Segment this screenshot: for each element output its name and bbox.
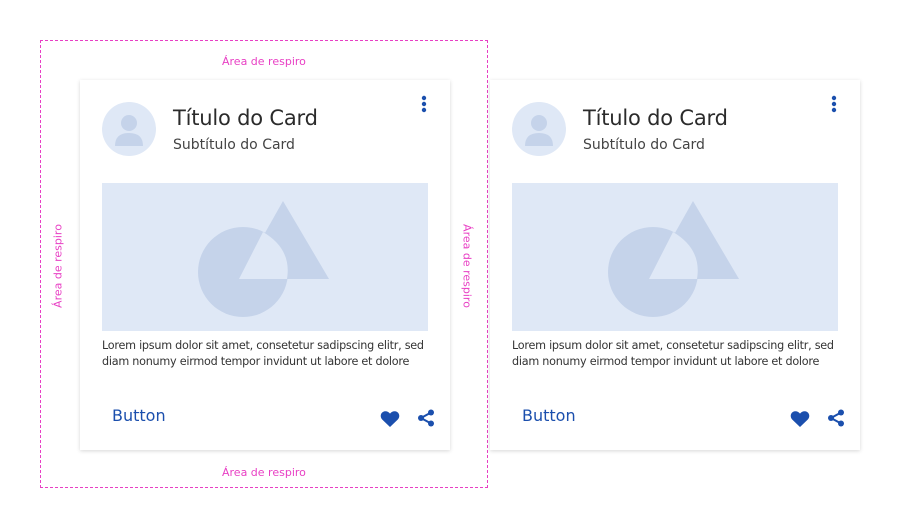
card-title: Título do Card — [173, 106, 318, 130]
heart-icon[interactable] — [380, 410, 400, 428]
user-avatar-icon — [102, 102, 156, 156]
more-vertical-icon[interactable] — [418, 95, 430, 115]
breathing-area-label-left: Área de respiro — [51, 224, 65, 308]
breathing-area-label-right: Área de respiro — [460, 224, 474, 308]
breathing-area-label-bottom: Área de respiro — [222, 466, 306, 479]
breathing-area-label-top: Área de respiro — [222, 55, 306, 68]
image-placeholder-icon — [102, 183, 428, 331]
image-placeholder-icon — [512, 183, 838, 331]
share-icon[interactable] — [417, 409, 435, 427]
card-subtitle: Subtítulo do Card — [173, 137, 295, 153]
user-avatar-icon — [512, 102, 566, 156]
card-subtitle: Subtítulo do Card — [583, 137, 705, 153]
card-title: Título do Card — [583, 106, 728, 130]
card-action-button[interactable]: Button — [522, 406, 576, 425]
card: Título do Card Subtítulo do Card Lorem i… — [490, 80, 860, 450]
heart-icon[interactable] — [790, 410, 810, 428]
more-vertical-icon[interactable] — [828, 95, 840, 115]
card-body-text: Lorem ipsum dolor sit amet, consetetur s… — [512, 339, 834, 368]
card-body-text: Lorem ipsum dolor sit amet, consetetur s… — [102, 339, 424, 368]
card-action-button[interactable]: Button — [112, 406, 166, 425]
canvas: Área de respiro Área de respiro Área de … — [0, 0, 900, 530]
card: Título do Card Subtítulo do Card Lorem i… — [80, 80, 450, 450]
share-icon[interactable] — [827, 409, 845, 427]
